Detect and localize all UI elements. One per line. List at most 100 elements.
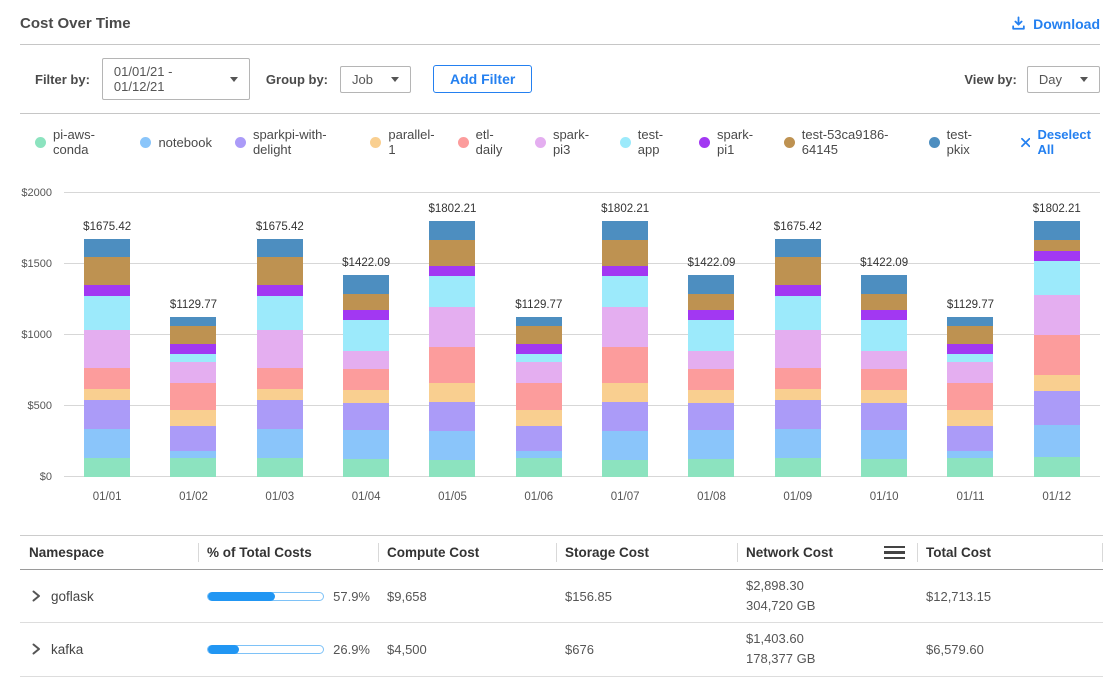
bar-segment-test-app[interactable] <box>688 320 734 351</box>
bar-segment-notebook[interactable] <box>170 451 216 458</box>
bar-segment-test-app[interactable] <box>775 296 821 330</box>
bar-segment-sparkpi-with-delight[interactable] <box>947 426 993 451</box>
bar-segment-test-pkix[interactable] <box>429 221 475 239</box>
bar-segment-notebook[interactable] <box>429 431 475 461</box>
bar-segment-notebook[interactable] <box>602 431 648 461</box>
bar-segment-sparkpi-with-delight[interactable] <box>1034 391 1080 425</box>
legend-item-etl-daily[interactable]: etl-daily <box>458 127 512 157</box>
bar-group-01/02[interactable]: $1129.7701/02 <box>150 193 236 477</box>
bar-segment-spark-pi3[interactable] <box>947 362 993 383</box>
bar-segment-spark-pi1[interactable] <box>947 344 993 355</box>
bar-segment-spark-pi3[interactable] <box>1034 295 1080 335</box>
bar-segment-parallel-1[interactable] <box>343 390 389 403</box>
bar-segment-spark-pi1[interactable] <box>1034 251 1080 262</box>
bar-segment-sparkpi-with-delight[interactable] <box>170 426 216 451</box>
bar-segment-etl-daily[interactable] <box>688 369 734 390</box>
bar-group-01/03[interactable]: $1675.4201/03 <box>237 193 323 477</box>
bar-segment-pi-aws-conda[interactable] <box>84 458 130 477</box>
bar-segment-notebook[interactable] <box>257 429 303 458</box>
bar-segment-etl-daily[interactable] <box>343 369 389 390</box>
bar-group-01/01[interactable]: $1675.4201/01 <box>64 193 150 477</box>
legend-item-test-app[interactable]: test-app <box>620 127 676 157</box>
bar-segment-spark-pi1[interactable] <box>343 310 389 320</box>
bar-segment-test-app[interactable] <box>602 276 648 307</box>
bar-segment-pi-aws-conda[interactable] <box>1034 457 1080 477</box>
legend-item-test-pkix[interactable]: test-pkix <box>929 127 986 157</box>
bar-segment-spark-pi3[interactable] <box>688 351 734 369</box>
column-menu-icon[interactable] <box>884 546 905 560</box>
bar-segment-spark-pi1[interactable] <box>602 266 648 276</box>
deselect-all-button[interactable]: Deselect All <box>1021 127 1100 157</box>
bar-segment-sparkpi-with-delight[interactable] <box>775 400 821 429</box>
bar-segment-parallel-1[interactable] <box>170 410 216 427</box>
bar-segment-sparkpi-with-delight[interactable] <box>429 402 475 430</box>
bar-segment-spark-pi3[interactable] <box>257 330 303 368</box>
bar-segment-spark-pi3[interactable] <box>343 351 389 369</box>
bar-segment-etl-daily[interactable] <box>947 383 993 410</box>
bar-segment-notebook[interactable] <box>947 451 993 458</box>
bar-segment-pi-aws-conda[interactable] <box>257 458 303 477</box>
bar-segment-parallel-1[interactable] <box>947 410 993 427</box>
bar-segment-etl-daily[interactable] <box>170 383 216 410</box>
bar-segment-test-53ca9186-64145[interactable] <box>775 257 821 285</box>
bar-segment-test-app[interactable] <box>343 320 389 351</box>
download-button[interactable]: Download <box>1011 16 1100 32</box>
bar-segment-spark-pi3[interactable] <box>861 351 907 369</box>
bar-segment-spark-pi3[interactable] <box>775 330 821 368</box>
bar-segment-pi-aws-conda[interactable] <box>602 460 648 477</box>
bar-segment-sparkpi-with-delight[interactable] <box>861 403 907 430</box>
bar-group-01/10[interactable]: $1422.0901/10 <box>841 193 927 477</box>
bar-group-01/04[interactable]: $1422.0901/04 <box>323 193 409 477</box>
bar-segment-test-pkix[interactable] <box>257 239 303 257</box>
bar-segment-notebook[interactable] <box>84 429 130 458</box>
bar-segment-spark-pi1[interactable] <box>861 310 907 320</box>
bar-segment-test-53ca9186-64145[interactable] <box>688 294 734 310</box>
bar-segment-parallel-1[interactable] <box>602 383 648 403</box>
table-row-kafka[interactable]: kafka26.9%$4,500$676$1,403.60178,377 GB$… <box>20 623 1103 676</box>
legend-item-spark-pi3[interactable]: spark-pi3 <box>535 127 597 157</box>
bar-segment-test-pkix[interactable] <box>602 221 648 239</box>
bar-segment-notebook[interactable] <box>343 430 389 459</box>
bar-segment-test-pkix[interactable] <box>775 239 821 257</box>
table-row-databases[interactable]: databases6.09%$1016.29$857.79$1,591.3110… <box>20 677 1103 687</box>
bar-segment-notebook[interactable] <box>1034 425 1080 457</box>
bar-segment-test-53ca9186-64145[interactable] <box>170 326 216 344</box>
bar-segment-test-app[interactable] <box>516 354 562 362</box>
bar-segment-test-app[interactable] <box>861 320 907 351</box>
bar-segment-etl-daily[interactable] <box>861 369 907 390</box>
bar-segment-parallel-1[interactable] <box>688 390 734 403</box>
bar-segment-pi-aws-conda[interactable] <box>429 460 475 477</box>
bar-segment-test-app[interactable] <box>947 354 993 362</box>
bar-segment-sparkpi-with-delight[interactable] <box>343 403 389 430</box>
bar-segment-spark-pi3[interactable] <box>429 307 475 346</box>
bar-segment-pi-aws-conda[interactable] <box>516 458 562 477</box>
bar-segment-parallel-1[interactable] <box>516 410 562 427</box>
bar-segment-pi-aws-conda[interactable] <box>688 459 734 477</box>
bar-segment-test-53ca9186-64145[interactable] <box>861 294 907 310</box>
bar-segment-pi-aws-conda[interactable] <box>947 458 993 477</box>
bar-segment-test-53ca9186-64145[interactable] <box>516 326 562 344</box>
bar-segment-test-pkix[interactable] <box>688 275 734 294</box>
bar-segment-parallel-1[interactable] <box>1034 375 1080 391</box>
bar-segment-etl-daily[interactable] <box>602 347 648 383</box>
bar-segment-test-app[interactable] <box>84 296 130 330</box>
bar-group-01/09[interactable]: $1675.4201/09 <box>755 193 841 477</box>
bar-group-01/06[interactable]: $1129.7701/06 <box>496 193 582 477</box>
bar-group-01/12[interactable]: $1802.2101/12 <box>1014 193 1100 477</box>
legend-item-sparkpi-with-delight[interactable]: sparkpi-with-delight <box>235 127 347 157</box>
bar-segment-spark-pi1[interactable] <box>516 344 562 355</box>
bar-segment-notebook[interactable] <box>861 430 907 459</box>
date-range-dropdown[interactable]: 01/01/21 - 01/12/21 <box>102 58 250 100</box>
bar-segment-spark-pi1[interactable] <box>775 285 821 295</box>
legend-item-test-53ca9186-64145[interactable]: test-53ca9186-64145 <box>784 127 906 157</box>
bar-segment-etl-daily[interactable] <box>257 368 303 389</box>
bar-segment-sparkpi-with-delight[interactable] <box>688 403 734 430</box>
bar-segment-sparkpi-with-delight[interactable] <box>257 400 303 429</box>
bar-group-01/08[interactable]: $1422.0901/08 <box>668 193 754 477</box>
bar-segment-sparkpi-with-delight[interactable] <box>516 426 562 451</box>
bar-segment-test-53ca9186-64145[interactable] <box>343 294 389 310</box>
bar-segment-parallel-1[interactable] <box>861 390 907 403</box>
bar-segment-parallel-1[interactable] <box>775 389 821 401</box>
group-by-dropdown[interactable]: Job <box>340 66 411 93</box>
bar-segment-test-pkix[interactable] <box>170 317 216 326</box>
